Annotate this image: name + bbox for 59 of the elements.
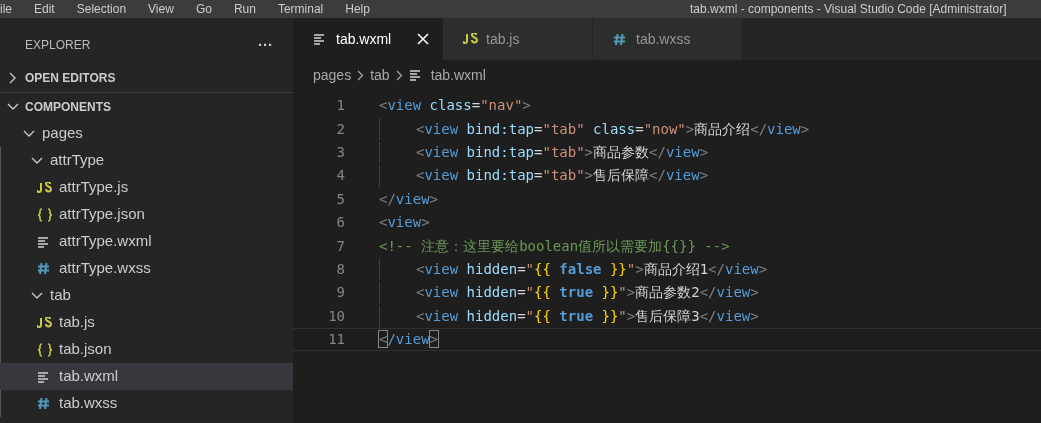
js-file-icon bbox=[463, 33, 479, 45]
line-number: 8 bbox=[335, 259, 345, 279]
tree-item[interactable]: tab.wxml bbox=[0, 363, 293, 390]
tree-item[interactable]: attrType.json bbox=[0, 201, 293, 228]
code-line: <view bind:tap="tab" class="now">商品介绍</view> bbox=[416, 119, 810, 139]
editor-tab[interactable]: tab.wxss bbox=[593, 18, 743, 60]
line-number: 3 bbox=[335, 142, 345, 162]
breadcrumb-item[interactable]: tab.wxml bbox=[430, 64, 486, 86]
tree-item[interactable]: pages bbox=[0, 120, 293, 147]
tree-item[interactable]: attrType.wxml bbox=[0, 228, 293, 255]
more-actions-button[interactable]: ··· bbox=[258, 33, 273, 57]
sidebar-title: EXPLORER bbox=[25, 37, 91, 54]
line-number: 11 bbox=[327, 330, 345, 350]
editor-tab[interactable]: tab.wxml bbox=[293, 18, 443, 60]
line-number: 10 bbox=[327, 306, 345, 326]
code-line: <view hidden="{{ true }}">售后保障3</view> bbox=[416, 306, 759, 326]
code-line: <!-- 注意：这里要给boolean值所以需要加{{}} --> bbox=[379, 236, 730, 256]
menu-item[interactable]: Edit bbox=[34, 0, 55, 18]
js-file-icon bbox=[37, 181, 53, 194]
menu-item[interactable]: ile bbox=[0, 0, 12, 18]
code-line: <view class="nav"> bbox=[379, 96, 531, 116]
tree-item[interactable]: tab.json bbox=[0, 336, 293, 363]
line-number: 7 bbox=[335, 236, 345, 256]
window-title: tab.wxml - components - Visual Studio Code [Administrator] bbox=[690, 1, 1007, 18]
tree-item[interactable]: attrType bbox=[0, 147, 293, 174]
chevron-right-icon bbox=[395, 69, 403, 81]
js-file-icon bbox=[37, 316, 53, 329]
section-header[interactable]: OPEN EDITORS bbox=[0, 64, 293, 92]
chevron-right-icon bbox=[357, 69, 365, 81]
menu-item[interactable]: Go bbox=[195, 0, 212, 18]
line-number: 9 bbox=[335, 283, 345, 303]
tree-item[interactable]: attrType.wxss bbox=[0, 255, 293, 282]
tree-item[interactable]: tab bbox=[0, 282, 293, 309]
line-number: 4 bbox=[335, 166, 345, 186]
breadcrumb-item[interactable]: pages bbox=[313, 64, 352, 86]
line-number: 5 bbox=[335, 189, 345, 209]
tree-item[interactable]: tab.js bbox=[0, 309, 293, 336]
braces-icon bbox=[37, 207, 53, 222]
menu-item[interactable]: Help bbox=[345, 0, 370, 18]
menu-item[interactable]: Terminal bbox=[277, 0, 324, 18]
editor-tab[interactable]: tab.js bbox=[443, 18, 593, 60]
menu-item[interactable]: Run bbox=[233, 0, 256, 18]
close-icon[interactable] bbox=[417, 33, 429, 45]
code-line: <view hidden="{{ true }}">商品参数2</view> bbox=[416, 283, 759, 303]
braces-icon bbox=[37, 342, 53, 357]
menu-item[interactable]: View bbox=[148, 0, 174, 18]
code-line: </view> bbox=[379, 189, 438, 209]
code-line: <view hidden="{{ false }}">商品介绍1</view> bbox=[416, 259, 768, 279]
tree-item[interactable]: attrType.js bbox=[0, 174, 293, 201]
line-number: 6 bbox=[335, 213, 345, 233]
menu-item[interactable]: Selection bbox=[76, 0, 127, 18]
section-header[interactable]: COMPONENTS bbox=[0, 92, 293, 120]
code-line: <view> bbox=[379, 213, 430, 233]
code-line: <view bind:tap="tab">售后保障</view> bbox=[416, 166, 709, 186]
tree-item[interactable]: tab.wxss bbox=[0, 390, 293, 417]
line-number: 1 bbox=[335, 96, 345, 116]
line-number: 2 bbox=[335, 119, 345, 139]
code-line: <view bind:tap="tab">商品参数</view> bbox=[416, 142, 709, 162]
breadcrumb-item[interactable]: tab bbox=[370, 64, 390, 86]
